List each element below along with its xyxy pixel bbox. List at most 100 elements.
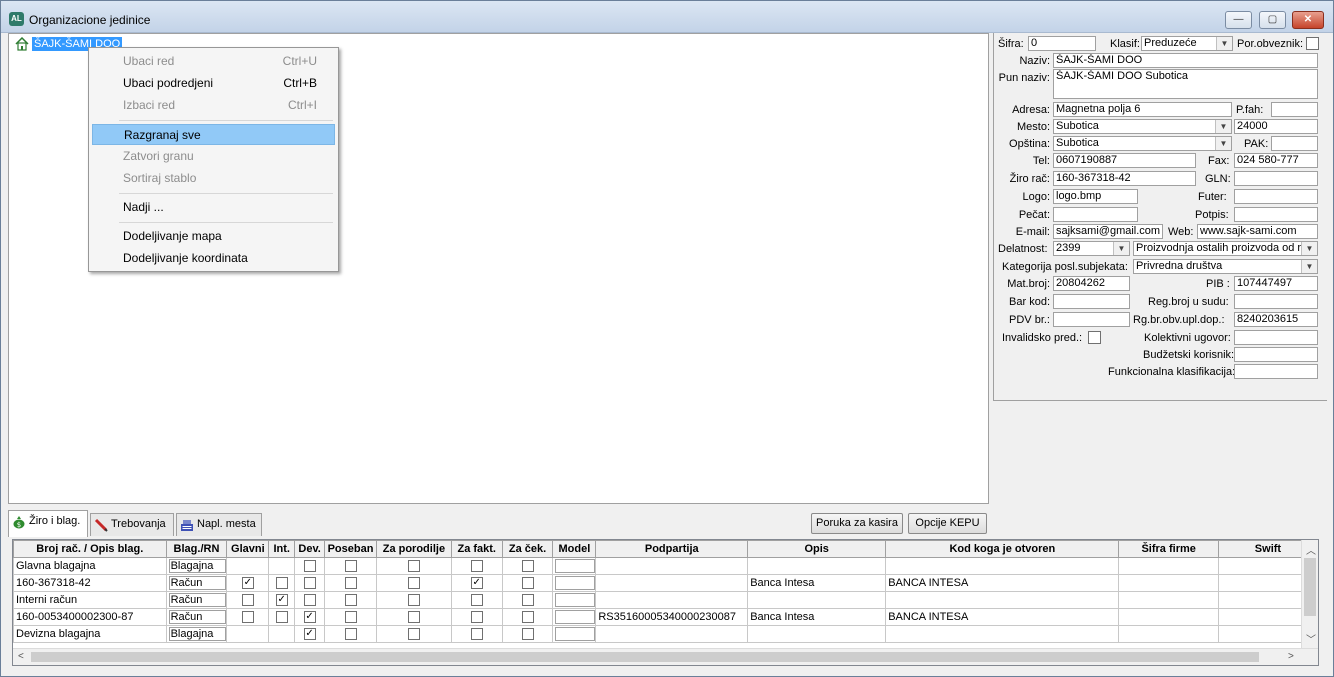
checkbox-cell[interactable] (324, 557, 377, 575)
menu-item-nadji[interactable]: Nadji ... (92, 197, 335, 218)
checkbox-cell[interactable]: ✓ (294, 608, 326, 626)
table-row[interactable]: Interni račun Račun ✓ (13, 591, 1318, 609)
klasif-select[interactable]: Preduzeće ▼ (1141, 36, 1233, 51)
tab-napl-mesta[interactable]: Napl. mesta (176, 513, 262, 536)
checkbox-cell[interactable]: ✓ (226, 574, 270, 592)
checkbox[interactable] (275, 577, 288, 590)
chevron-down-icon[interactable]: ▼ (1301, 242, 1317, 255)
table-cell[interactable]: BANCA INTESA (885, 574, 1120, 592)
checkbox[interactable] (521, 611, 534, 624)
table-cell[interactable] (552, 625, 597, 643)
table-cell[interactable]: Glavna blagajna (13, 557, 167, 575)
pdv-field[interactable] (1053, 312, 1130, 327)
column-header[interactable]: Za ček. (501, 540, 554, 558)
cell-editor[interactable]: Blagajna (168, 627, 226, 641)
table-cell[interactable] (1118, 608, 1219, 626)
table-cell[interactable] (885, 557, 1120, 575)
checkbox[interactable] (344, 594, 357, 607)
scroll-thumb[interactable] (31, 652, 1259, 662)
scroll-left-icon[interactable]: < (18, 651, 24, 662)
pfah-field[interactable] (1271, 102, 1318, 117)
kategorija-select[interactable]: Privredna društva ▼ (1133, 259, 1318, 274)
checkbox-cell[interactable] (375, 591, 452, 609)
chevron-down-icon[interactable]: ▼ (1301, 260, 1317, 273)
column-header[interactable]: Opis (747, 540, 887, 558)
table-cell[interactable] (1118, 557, 1219, 575)
checkbox[interactable] (407, 577, 420, 590)
vertical-scrollbar[interactable]: ︿ ﹀ (1301, 540, 1318, 648)
table-cell[interactable] (552, 557, 597, 575)
column-header[interactable]: Šifra firme (1118, 540, 1219, 558)
checked-checkbox[interactable]: ✓ (303, 628, 316, 641)
checkbox-cell[interactable] (324, 608, 377, 626)
cell-editor[interactable] (555, 610, 595, 624)
reg-broj-field[interactable] (1234, 294, 1318, 309)
checkbox-cell[interactable]: ✓ (268, 591, 296, 609)
checkbox[interactable] (407, 628, 420, 641)
scroll-up-icon[interactable]: ︿ (1306, 542, 1316, 557)
checkbox[interactable] (303, 577, 316, 590)
checkbox-cell[interactable] (226, 557, 270, 575)
delatnost-code-select[interactable]: 2399 ▼ (1053, 241, 1130, 256)
column-header[interactable]: Glavni (226, 540, 270, 558)
table-cell[interactable]: Banca Intesa (747, 574, 887, 592)
checked-checkbox[interactable]: ✓ (241, 577, 254, 590)
cell-editor[interactable]: Račun (168, 593, 226, 607)
ziro-field[interactable]: 160-367318-42 (1053, 171, 1196, 186)
column-header[interactable]: Kod koga je otvoren (885, 540, 1120, 558)
checkbox-cell[interactable] (450, 557, 503, 575)
checked-checkbox[interactable]: ✓ (275, 594, 288, 607)
checkbox-cell[interactable] (375, 625, 452, 643)
table-row[interactable]: 160-367318-42 Račun ✓ ✓ Banca Intesa BANCA IN… (13, 574, 1318, 592)
checkbox[interactable] (344, 628, 357, 641)
accounts-grid[interactable]: Broj rač. / Opis blag. Blag./RN Glavni I… (12, 539, 1319, 666)
poruka-za-kasira-button[interactable]: Poruka za kasira (811, 513, 903, 534)
checkbox-cell[interactable] (324, 574, 377, 592)
table-cell[interactable] (595, 625, 749, 643)
column-header[interactable]: Model (552, 540, 597, 558)
opcije-kepu-button[interactable]: Opcije KEPU (908, 513, 987, 534)
cell-editor[interactable]: Račun (168, 610, 226, 624)
table-cell[interactable] (1118, 574, 1219, 592)
table-cell[interactable] (747, 557, 887, 575)
table-row[interactable]: Glavna blagajna Blagajna (13, 557, 1318, 575)
bar-kod-field[interactable] (1053, 294, 1130, 309)
table-cell[interactable]: 160-0053400002300-87 (13, 608, 167, 626)
table-cell[interactable]: RS35160005340000230087 (595, 608, 749, 626)
checkbox-cell[interactable] (268, 608, 296, 626)
fax-field[interactable]: 024 580-777 (1234, 153, 1318, 168)
chevron-down-icon[interactable]: ▼ (1113, 242, 1129, 255)
checkbox[interactable] (470, 560, 483, 573)
futer-field[interactable] (1234, 189, 1318, 204)
table-cell[interactable] (1118, 625, 1219, 643)
table-cell[interactable] (595, 574, 749, 592)
checkbox-cell[interactable] (226, 625, 270, 643)
table-row[interactable]: 160-0053400002300-87 Račun ✓ RS351600053400… (13, 608, 1318, 626)
email-field[interactable]: sajksami@gmail.com (1053, 224, 1163, 239)
table-cell[interactable] (885, 625, 1120, 643)
column-header[interactable]: Broj rač. / Opis blag. (13, 540, 167, 558)
web-field[interactable]: www.sajk-sami.com (1197, 224, 1318, 239)
cell-editor[interactable] (555, 576, 595, 590)
invalidsko-checkbox[interactable] (1088, 331, 1101, 344)
checkbox-cell[interactable] (450, 625, 503, 643)
close-button[interactable]: ✕ (1292, 11, 1324, 29)
checkbox[interactable] (303, 560, 316, 573)
checkbox-cell[interactable] (324, 591, 377, 609)
checkbox-cell[interactable] (226, 591, 270, 609)
logo-field[interactable]: logo.bmp (1053, 189, 1138, 204)
checkbox[interactable] (241, 611, 254, 624)
menu-item-dodeljivanje-mapa[interactable]: Dodeljivanje mapa (92, 226, 335, 247)
table-cell[interactable] (747, 591, 887, 609)
tel-field[interactable]: 0607190887 (1053, 153, 1196, 168)
adresa-field[interactable]: Magnetna polja 6 (1053, 102, 1232, 117)
pak-field[interactable] (1271, 136, 1318, 151)
gln-field[interactable] (1234, 171, 1318, 186)
funkcionalna-field[interactable] (1234, 364, 1318, 379)
checkbox-cell[interactable] (268, 574, 296, 592)
cell-editor[interactable] (555, 627, 595, 641)
table-cell[interactable]: 160-367318-42 (13, 574, 167, 592)
checkbox[interactable] (344, 577, 357, 590)
table-cell[interactable] (747, 625, 887, 643)
checkbox[interactable] (521, 577, 534, 590)
